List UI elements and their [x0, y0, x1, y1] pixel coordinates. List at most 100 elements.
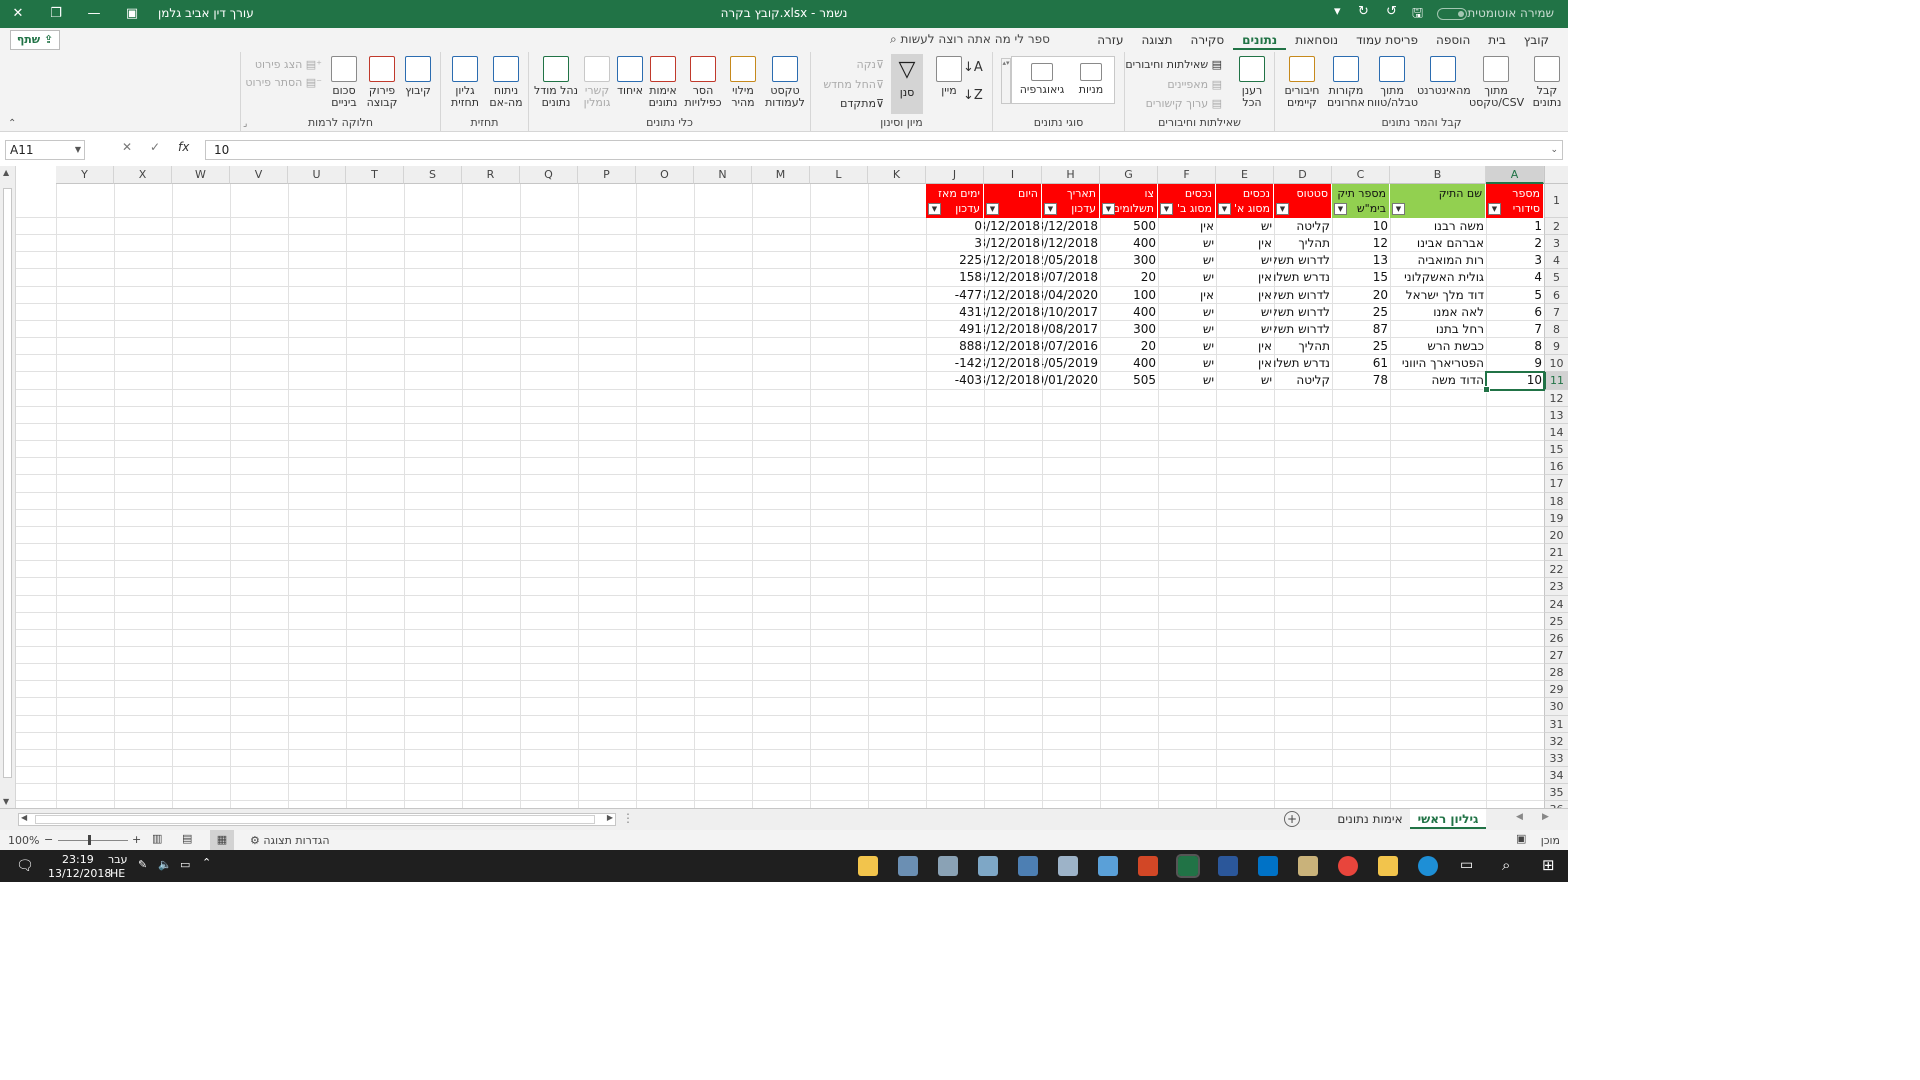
table-cell[interactable]: 158 — [926, 269, 984, 286]
clear-button[interactable]: ⊽נקה — [857, 58, 884, 71]
pen-icon[interactable]: ✎ — [138, 858, 147, 871]
column-header[interactable]: B — [1390, 166, 1486, 184]
table-cell[interactable]: קליטה — [1274, 372, 1332, 389]
row-header[interactable]: 13 — [1544, 406, 1568, 424]
row-header[interactable]: 32 — [1544, 732, 1568, 750]
row-header[interactable]: 5 — [1544, 269, 1568, 287]
ungroup-button[interactable]: פירוק קבוצה — [363, 56, 401, 109]
table-cell[interactable]: -403 — [926, 372, 984, 389]
table-cell[interactable]: -477 — [926, 287, 984, 304]
sheet-tab-validation[interactable]: אימות נתונים — [1330, 809, 1410, 829]
table-cell[interactable]: דוד מלך ישראל — [1390, 287, 1486, 304]
table-cell[interactable]: יש — [1216, 252, 1274, 269]
remove-duplicates-button[interactable]: הסר כפילויות — [681, 56, 725, 109]
row-header[interactable]: 30 — [1544, 698, 1568, 716]
properties-button[interactable]: ▤ מאפיינים — [1167, 78, 1222, 91]
table-cell[interactable]: 491 — [926, 321, 984, 338]
table-cell[interactable]: 08/07/2016 — [1042, 338, 1100, 355]
column-header[interactable]: I — [984, 166, 1042, 184]
lang-code[interactable]: HE — [110, 867, 125, 880]
filter-dropdown-icon[interactable]: ▼ — [1160, 203, 1173, 215]
table-cell[interactable]: 100 — [1100, 287, 1158, 304]
table-cell[interactable]: יש — [1158, 269, 1216, 286]
table-cell[interactable]: 888 — [926, 338, 984, 355]
table-cell[interactable]: 61 — [1332, 355, 1390, 372]
row-header[interactable]: 17 — [1544, 475, 1568, 493]
sort-za-button[interactable]: Z↓ — [963, 88, 983, 103]
scroll-thumb[interactable] — [3, 188, 12, 778]
row-header[interactable]: 25 — [1544, 612, 1568, 630]
table-cell[interactable]: אברהם אבינו — [1390, 235, 1486, 252]
column-header[interactable]: K — [868, 166, 926, 184]
column-header[interactable]: L — [810, 166, 868, 184]
menu-tab[interactable]: בית — [1479, 32, 1515, 50]
row-header[interactable]: 7 — [1544, 303, 1568, 321]
row-header[interactable]: 22 — [1544, 561, 1568, 579]
scroll-right-icon[interactable]: ▶ — [607, 813, 613, 822]
table-cell[interactable]: יש — [1158, 252, 1216, 269]
add-sheet-icon[interactable]: + — [1284, 811, 1300, 827]
row-header[interactable]: 6 — [1544, 286, 1568, 304]
autosave-toggle[interactable]: שמירה אוטומטית — [1431, 6, 1554, 20]
save-icon[interactable]: 🖫 — [1412, 4, 1423, 26]
row-header[interactable]: 29 — [1544, 681, 1568, 699]
photos-icon[interactable] — [898, 856, 918, 876]
table-cell[interactable]: 09/08/2017 — [1042, 321, 1100, 338]
filter-dropdown-icon[interactable]: ▼ — [1488, 203, 1501, 215]
table-cell[interactable]: משה רבנו — [1390, 218, 1486, 235]
table-cell[interactable]: 20/01/2020 — [1042, 372, 1100, 389]
refresh-all-button[interactable]: רענן הכל — [1231, 56, 1273, 109]
column-header[interactable]: H — [1042, 166, 1100, 184]
table-cell[interactable]: 20 — [1100, 338, 1158, 355]
table-cell[interactable]: אין — [1216, 287, 1274, 304]
row-header[interactable]: 2 — [1544, 218, 1568, 236]
from-web-button[interactable]: מהאינטרנט — [1417, 56, 1471, 97]
table-cell[interactable]: אין — [1216, 355, 1274, 372]
menu-tab[interactable]: עזרה — [1088, 32, 1132, 50]
table-cell[interactable]: 5 — [1486, 287, 1544, 304]
stocks-button[interactable]: מניות — [1068, 63, 1114, 96]
row-header[interactable]: 28 — [1544, 664, 1568, 682]
table-cell[interactable]: תהליך — [1274, 235, 1332, 252]
column-header[interactable]: J — [926, 166, 984, 184]
geography-button[interactable]: גיאוגרפיה — [1016, 63, 1068, 96]
column-header[interactable]: F — [1158, 166, 1216, 184]
collapse-ribbon-icon[interactable]: ⌃ — [8, 118, 16, 129]
row-header[interactable]: 3 — [1544, 235, 1568, 253]
edge-icon[interactable] — [1418, 856, 1438, 876]
select-all-corner[interactable] — [1544, 166, 1568, 184]
table-cell[interactable]: יש — [1216, 372, 1274, 389]
table-cell[interactable]: 12 — [1332, 235, 1390, 252]
chevron-down-icon[interactable]: ▼ — [75, 141, 81, 159]
table-cell[interactable]: 02/05/2018 — [1042, 252, 1100, 269]
table-cell[interactable]: 505 — [1100, 372, 1158, 389]
menu-tab[interactable]: פריסת עמוד — [1347, 32, 1427, 50]
menu-tab[interactable]: תצוגה — [1132, 32, 1181, 50]
menu-tab[interactable]: נוסחאות — [1286, 32, 1347, 50]
row-header[interactable]: 15 — [1544, 441, 1568, 459]
zoom-level[interactable]: 100% — [8, 834, 39, 847]
table-cell[interactable]: 13/12/2018 — [984, 355, 1042, 372]
table-cell[interactable]: יש — [1216, 218, 1274, 235]
redo-icon[interactable]: ↻ — [1358, 4, 1369, 19]
filter-dropdown-icon[interactable]: ▼ — [1392, 203, 1405, 215]
insert-function-icon[interactable]: fx — [178, 140, 189, 154]
table-cell[interactable]: רות המואביה — [1390, 252, 1486, 269]
filter-dropdown-icon[interactable]: ▼ — [928, 203, 941, 215]
enter-icon[interactable]: ✓ — [150, 140, 160, 154]
filter-dropdown-icon[interactable]: ▼ — [986, 203, 999, 215]
table-cell[interactable]: יש — [1158, 235, 1216, 252]
table-cell[interactable]: 13/12/2018 — [1042, 218, 1100, 235]
filter-dropdown-icon[interactable]: ▼ — [1218, 203, 1231, 215]
table-cell[interactable]: 13/12/2018 — [984, 338, 1042, 355]
sheet-tab-main[interactable]: גיליון ראשי — [1410, 809, 1486, 829]
table-cell[interactable]: לדרוש תשל — [1274, 287, 1332, 304]
row-header[interactable]: 26 — [1544, 629, 1568, 647]
table-cell[interactable]: יש — [1158, 321, 1216, 338]
table-cell[interactable]: 10 — [1332, 218, 1390, 235]
prev-sheet-icon[interactable]: ◀ — [1516, 812, 1523, 822]
zoom-slider[interactable] — [58, 840, 128, 841]
table-cell[interactable]: יש — [1216, 321, 1274, 338]
table-cell[interactable]: 0 — [926, 218, 984, 235]
menu-tab[interactable]: סקירה — [1182, 32, 1234, 50]
